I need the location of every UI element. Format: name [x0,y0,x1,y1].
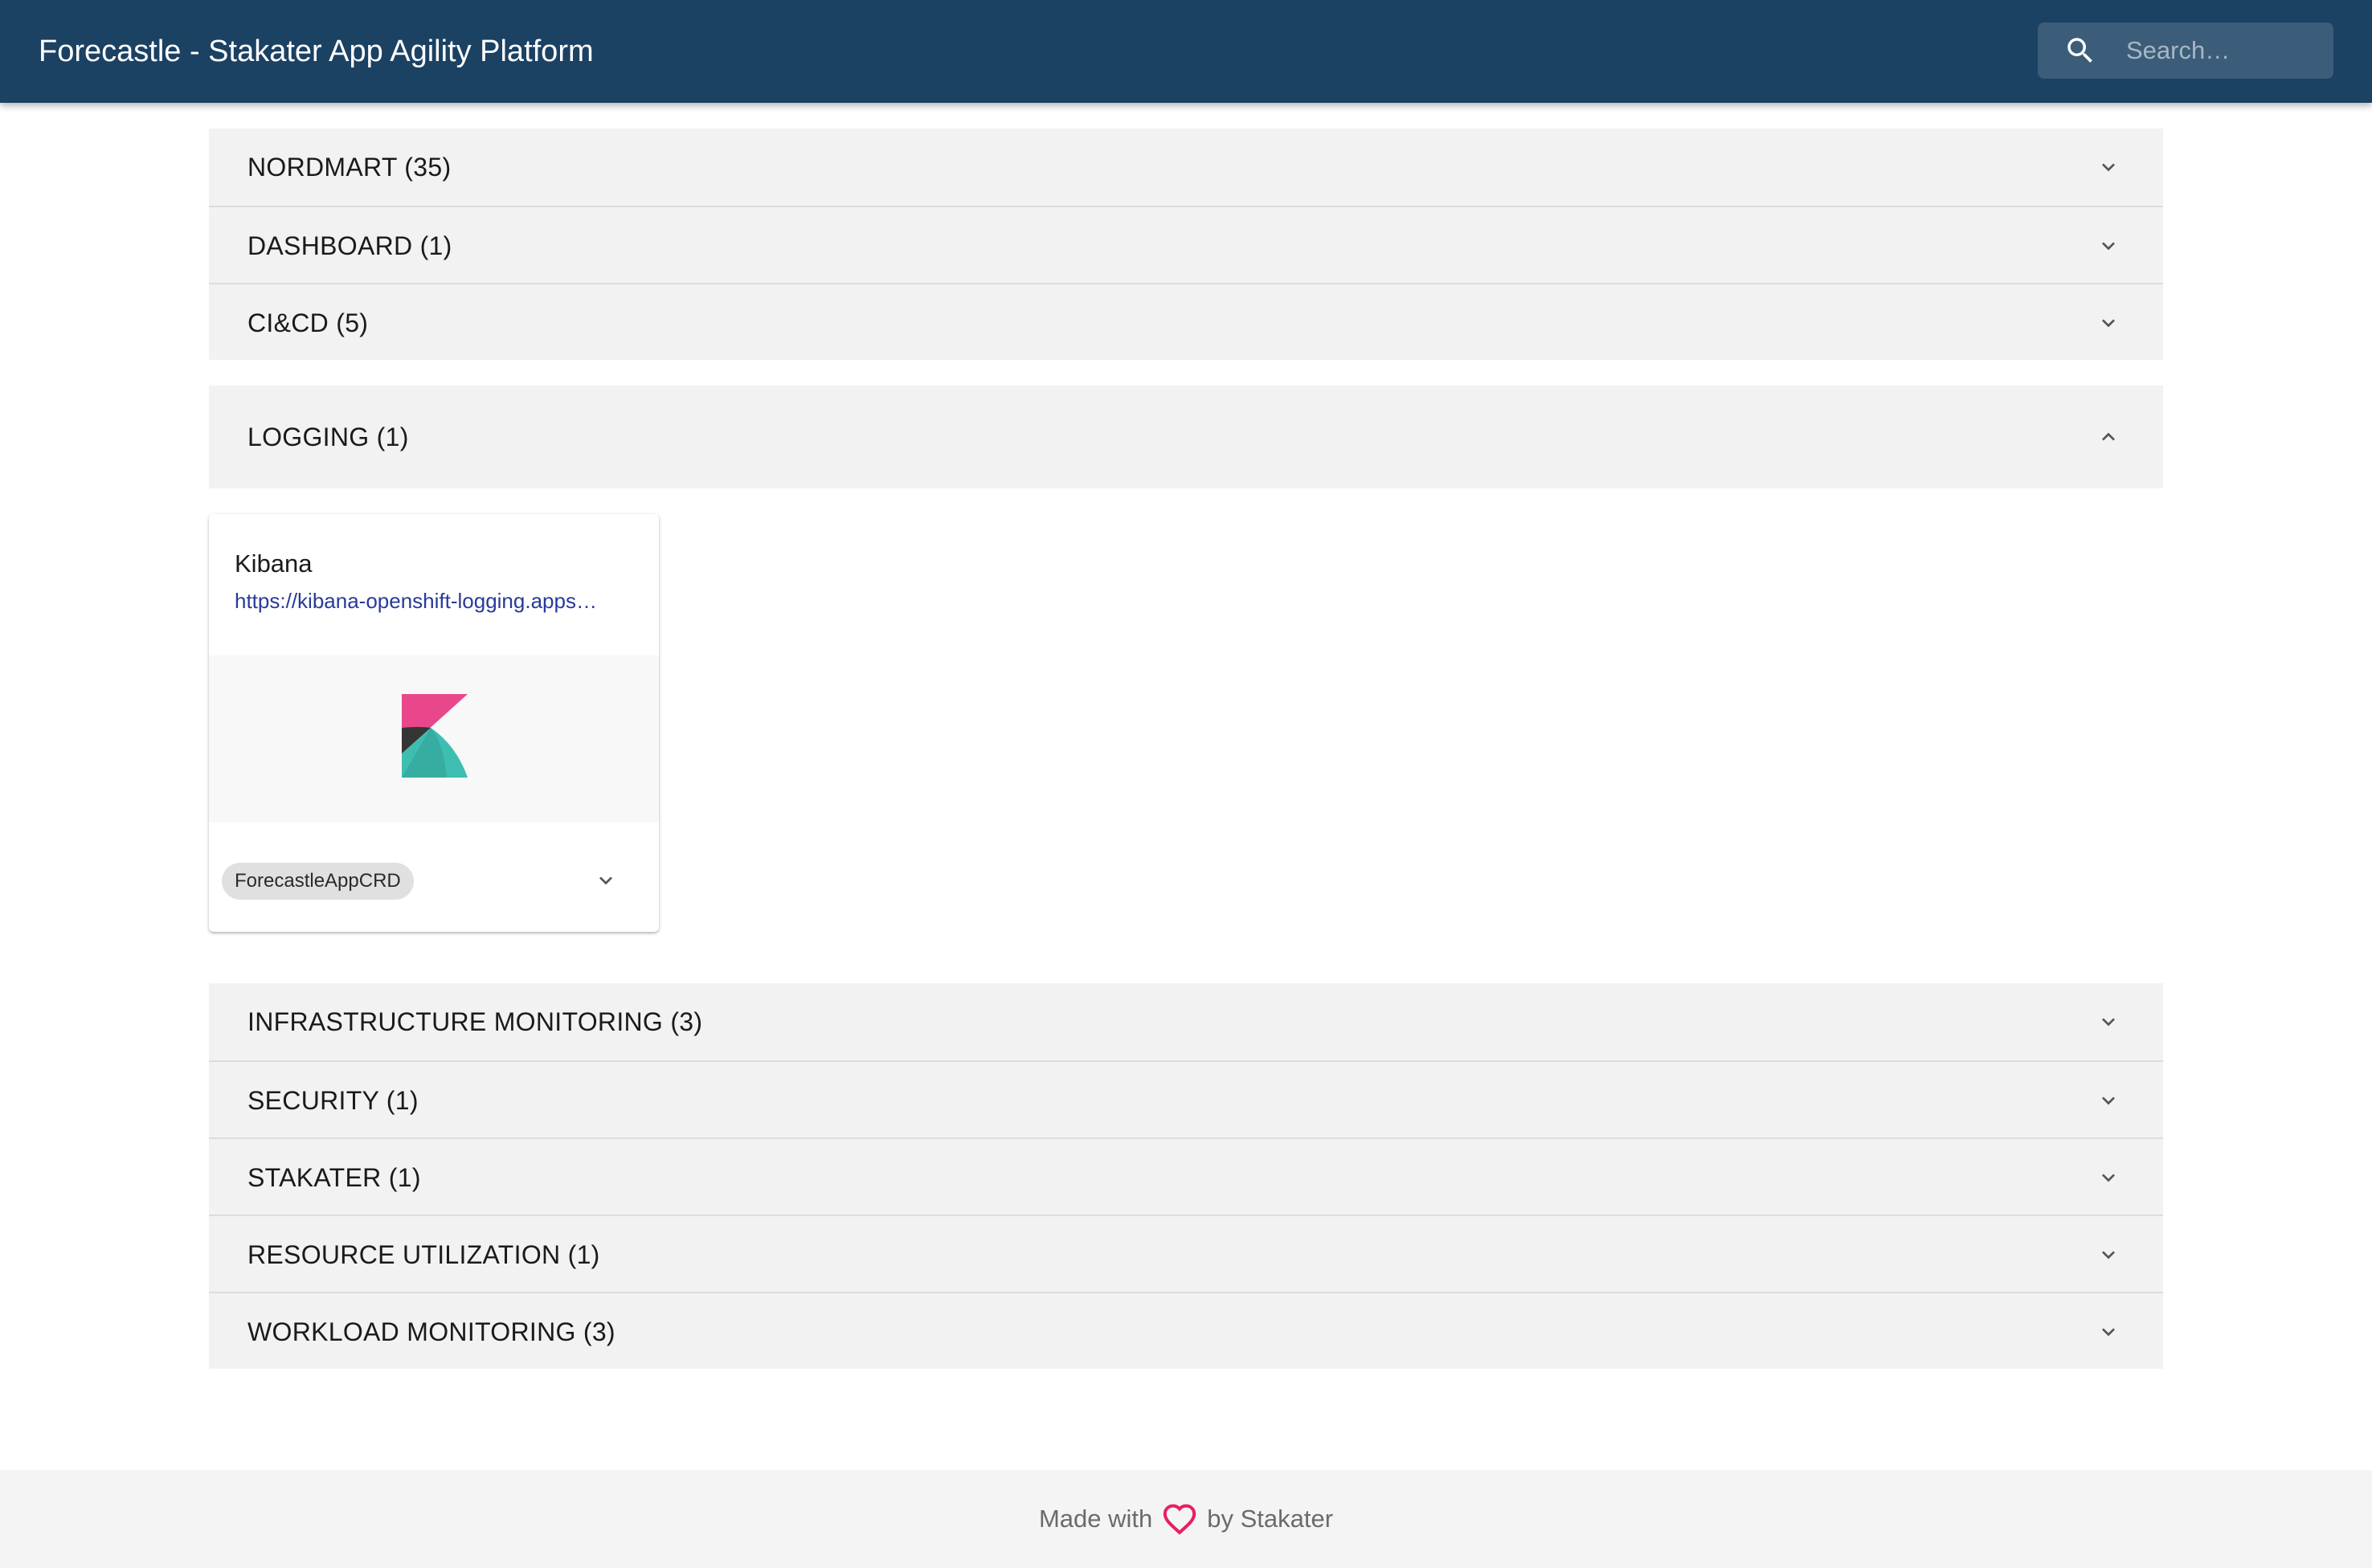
group-nordmart[interactable]: NORDMART (35) [209,129,2163,206]
group-label: WORKLOAD MONITORING (3) [247,1317,615,1346]
chevron-down-icon [2102,242,2115,251]
group-label: INFRASTRUCTURE MONITORING (3) [247,1007,703,1036]
group-label: DASHBOARD (1) [247,231,452,260]
footer: Made with by Stakater [0,1470,2372,1568]
app-card-media[interactable] [209,655,659,823]
group-label: NORDMART (35) [247,153,452,182]
chevron-down-icon [2102,1096,2115,1105]
group-infrastructure-monitoring[interactable]: INFRASTRUCTURE MONITORING (3) [209,983,2163,1060]
chevron-down-icon [2102,1328,2115,1337]
app-type-chip[interactable]: ForecastleAppCRD [222,863,414,900]
footer-made-with: Made with [1038,1505,1153,1533]
chevron-down-icon [2102,163,2115,172]
footer-credit: Made with by Stakater [0,1470,2372,1568]
group-cicd[interactable]: CI&CD (5) [209,283,2163,360]
group-label: STAKATER (1) [247,1163,421,1192]
group-security[interactable]: SECURITY (1) [209,1060,2163,1137]
group-list-bottom: INFRASTRUCTURE MONITORING (3) SECURITY (… [209,983,2163,1369]
group-dashboard[interactable]: DASHBOARD (1) [209,206,2163,283]
footer-by-stakater: by Stakater [1207,1505,1334,1533]
group-resource-utilization[interactable]: RESOURCE UTILIZATION (1) [209,1215,2163,1292]
chevron-down-icon [2102,1251,2115,1260]
search-icon [2067,38,2092,63]
group-label: SECURITY (1) [247,1086,419,1115]
app-title: Forecastle - Stakater App Agility Platfo… [39,35,594,68]
group-label: CI&CD (5) [247,308,369,337]
app-card-title: Kibana [235,549,313,578]
group-stakater[interactable]: STAKATER (1) [209,1137,2163,1215]
kibana-logo-icon [402,694,468,778]
chevron-down-icon[interactable] [593,868,619,893]
chevron-up-icon [2102,432,2115,441]
app-card-url-link[interactable]: https://kibana-openshift-logging.apps… [235,585,636,617]
heart-icon [1164,1504,1196,1535]
group-list-top: NORDMART (35) DASHBOARD (1) CI&CD (5) [209,129,2163,360]
group-label: RESOURCE UTILIZATION (1) [247,1240,600,1269]
chevron-down-icon [2102,1018,2115,1027]
app-bar: Forecastle - Stakater App Agility Platfo… [0,0,2372,103]
chevron-down-icon [2102,1174,2115,1182]
group-workload-monitoring[interactable]: WORKLOAD MONITORING (3) [209,1292,2163,1369]
group-label: LOGGING (1) [247,423,409,451]
chevron-down-icon [2102,319,2115,328]
app-card: Kibana https://kibana-openshift-logging.… [209,514,659,932]
group-logging[interactable]: LOGGING (1) [209,386,2163,488]
search-box[interactable] [2038,22,2333,79]
search-input[interactable] [2126,31,2319,71]
